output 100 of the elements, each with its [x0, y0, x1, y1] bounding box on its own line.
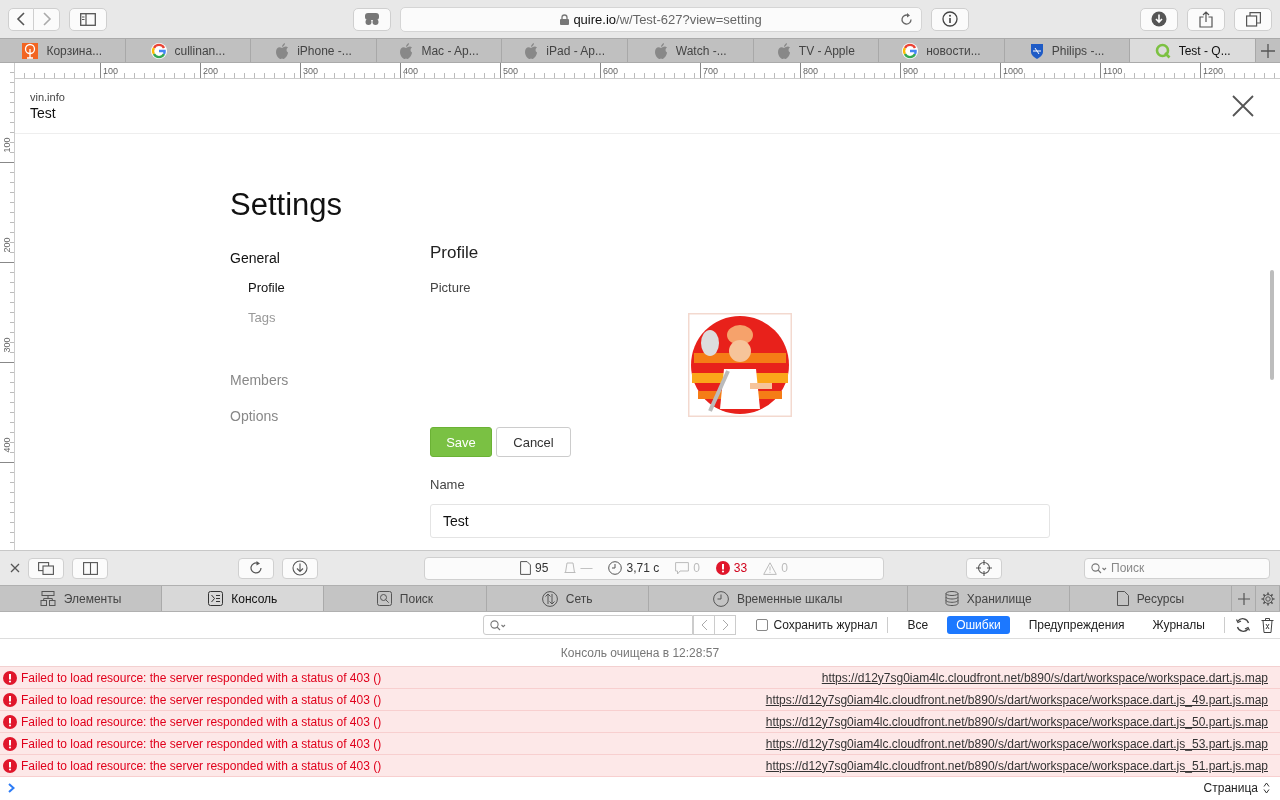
devtools-tab[interactable]: Сеть	[486, 586, 649, 611]
shield-icon	[1029, 42, 1044, 59]
browser-tab[interactable]: TV - Apple	[753, 39, 880, 62]
glasses-icon	[364, 12, 380, 26]
database-icon	[944, 591, 959, 606]
section-heading: Profile	[430, 243, 479, 263]
dock-side-button[interactable]	[72, 557, 108, 579]
error-message: Failed to load resource: the server responded with a status of 403 ()	[21, 736, 382, 751]
cancel-button[interactable]: Cancel	[496, 427, 571, 457]
devtools-tab[interactable]: Хранилище	[907, 586, 1070, 611]
back-button[interactable]	[8, 7, 34, 31]
inspect-button[interactable]	[966, 557, 1002, 579]
filter-button[interactable]: Ошибки	[947, 616, 1010, 634]
trash-icon[interactable]	[1261, 617, 1274, 633]
filter-button[interactable]: Предупреждения	[1019, 616, 1134, 634]
nav-item[interactable]: Members	[230, 369, 289, 391]
ruler-label: 1000	[1003, 66, 1024, 76]
context-selector[interactable]: Страница	[1203, 780, 1270, 795]
ruler-label: 400	[403, 66, 419, 76]
close-icon[interactable]	[10, 563, 20, 573]
ruler-label: 1200	[1203, 66, 1224, 76]
nav-item[interactable]: Options	[230, 405, 279, 427]
ruler-label: 500	[503, 66, 519, 76]
ruler-label: 200	[2, 237, 12, 253]
reload-icon[interactable]	[900, 12, 913, 26]
reader-button[interactable]	[353, 7, 391, 31]
error-message: Failed to load resource: the server responded with a status of 403 ()	[21, 692, 382, 707]
source-link[interactable]: https://d12y7sg0iam4lc.cloudfront.net/b890/s/dart/workspace/workspace.dart.js.map	[821, 670, 1268, 685]
share-icon	[1199, 10, 1213, 28]
chevron-right-icon	[721, 619, 729, 631]
organization-name: vin.info	[30, 91, 65, 103]
ruler-label: 1100	[1103, 66, 1123, 76]
browser-tab[interactable]: Watch -...	[627, 39, 754, 62]
ruler-label: 600	[603, 66, 619, 76]
browser-tab[interactable]: iPhone -...	[251, 39, 377, 62]
ruler-label: 800	[803, 66, 819, 76]
info-icon	[942, 11, 958, 27]
reload-button[interactable]	[238, 557, 274, 579]
source-link[interactable]: https://d12y7sg0iam4lc.cloudfront.net/b890/s/dart/workspace/workspace.dart.js_53.part.js.map	[765, 736, 1268, 751]
status-count: —	[580, 561, 593, 575]
error-icon	[3, 692, 17, 707]
lock-icon	[560, 13, 570, 25]
reload-icon	[249, 561, 263, 575]
status-count: 95	[535, 561, 549, 575]
sidebar-button[interactable]	[69, 7, 107, 31]
speech-bubble-icon	[675, 561, 690, 575]
browser-tab[interactable]: Test - Q...	[1130, 39, 1256, 62]
chevron-right-icon	[41, 12, 52, 26]
source-link[interactable]: https://d12y7sg0iam4lc.cloudfront.net/b890/s/dart/workspace/workspace.dart.js_49.part.js.map	[765, 692, 1268, 707]
download-button[interactable]	[282, 557, 318, 579]
download-icon	[292, 560, 308, 576]
windows-icon	[38, 561, 54, 575]
source-link[interactable]: https://d12y7sg0iam4lc.cloudfront.net/b890/s/dart/workspace/workspace.dart.js_51.part.js.map	[765, 758, 1268, 773]
clock-icon	[712, 590, 729, 607]
browser-tab[interactable]: новости...	[879, 39, 1005, 62]
ruler-label: 900	[903, 66, 919, 76]
nav-item[interactable]: General	[230, 247, 280, 269]
checkbox[interactable]	[756, 619, 769, 631]
search-icon	[1091, 562, 1107, 574]
document-icon	[520, 561, 532, 575]
clock-icon	[608, 561, 623, 575]
share-button[interactable]	[1187, 7, 1225, 31]
scrollbar[interactable]	[1270, 270, 1274, 380]
browser-tab[interactable]: cullinan...	[125, 39, 252, 62]
filter-button[interactable]: Журналы	[1143, 616, 1214, 634]
apple-icon	[399, 42, 414, 59]
colored-ring-icon	[902, 42, 919, 59]
browser-tab[interactable]: Корзина...	[0, 39, 126, 62]
tabs-button[interactable]	[1234, 7, 1272, 31]
name-field[interactable]: Test	[430, 504, 1050, 538]
status-count: 3,71 с	[626, 561, 660, 575]
up-down-chevron-icon	[1263, 781, 1270, 794]
plus-icon	[1237, 592, 1250, 605]
info-button[interactable]	[931, 7, 969, 31]
browser-tab[interactable]: iPad - Ap...	[502, 39, 628, 62]
tabs-icon	[1245, 11, 1261, 27]
downloads-button[interactable]	[1140, 7, 1178, 31]
undock-button[interactable]	[28, 557, 64, 579]
ruler-label: 100	[103, 66, 119, 76]
settings-icon	[1260, 591, 1275, 606]
warning-icon	[763, 561, 778, 575]
devtools-tab[interactable]: Временные шкалы	[648, 586, 908, 611]
error-icon	[715, 561, 730, 575]
status-count: 33	[733, 561, 748, 575]
close-icon[interactable]	[1232, 95, 1254, 117]
apple-icon	[275, 42, 290, 59]
document-icon	[1116, 591, 1129, 606]
nav-subitem[interactable]: Profile	[248, 277, 285, 299]
devtools-tab[interactable]: Поиск	[324, 586, 487, 611]
refresh-icon[interactable]	[1235, 617, 1251, 633]
browser-tab[interactable]: Mac - Ap...	[376, 39, 503, 62]
address-field[interactable]: quire.io/w/Test-627?view=setting	[400, 6, 922, 32]
apple-icon	[776, 42, 791, 59]
error-message: Failed to load resource: the server responded with a status of 403 ()	[21, 670, 382, 685]
filter-button[interactable]: Все	[898, 616, 938, 634]
source-link[interactable]: https://d12y7sg0iam4lc.cloudfront.net/b890/s/dart/workspace/workspace.dart.js_50.part.js.map	[765, 714, 1268, 729]
devtools-tab[interactable]: Консоль	[162, 586, 325, 611]
search-icon	[490, 619, 507, 631]
search-field[interactable]: Поиск	[1084, 557, 1270, 579]
filter-field[interactable]	[483, 615, 694, 635]
